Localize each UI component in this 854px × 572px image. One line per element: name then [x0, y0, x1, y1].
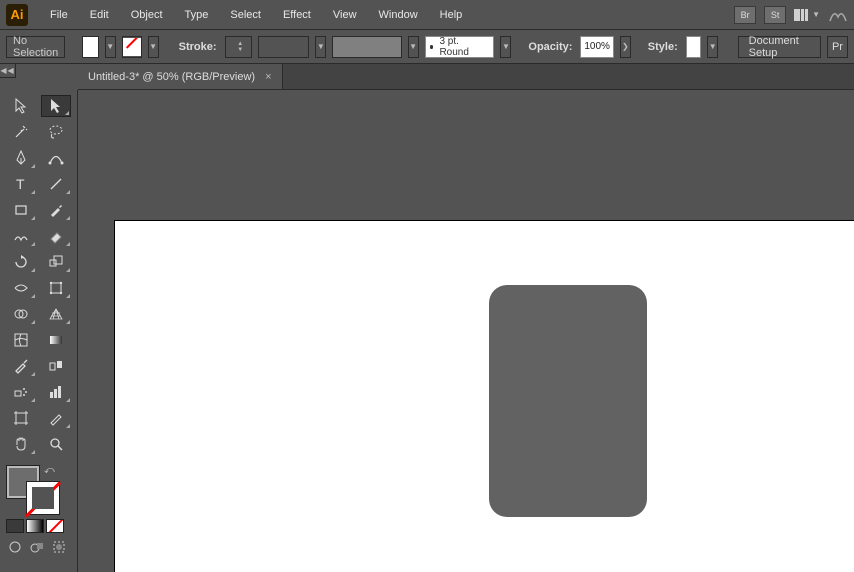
- gradient-tool[interactable]: [42, 329, 72, 351]
- control-bar: No Selection ▼ ▼ Stroke: ▲▼ ▼ ▼ 3 pt. Ro…: [0, 30, 854, 64]
- arrange-icon: [794, 9, 810, 21]
- brush-definition-preview[interactable]: [332, 36, 401, 58]
- draw-behind-icon[interactable]: [28, 539, 46, 555]
- close-tab-icon[interactable]: ×: [265, 71, 271, 83]
- bridge-button[interactable]: Br: [734, 6, 756, 24]
- tools-panel: T ⤺: [0, 90, 78, 572]
- arrange-documents-button[interactable]: ▼: [794, 9, 820, 21]
- rotate-tool[interactable]: [6, 251, 36, 273]
- rectangle-tool[interactable]: [6, 199, 36, 221]
- menu-edit[interactable]: Edit: [80, 5, 119, 25]
- menu-bar: Ai File Edit Object Type Select Effect V…: [0, 0, 854, 30]
- stroke-weight-stepper[interactable]: ▲▼: [225, 36, 252, 58]
- chevron-down-icon: ▼: [812, 10, 820, 19]
- slice-tool[interactable]: [42, 407, 72, 429]
- draw-normal-icon[interactable]: [6, 539, 24, 555]
- hand-tool[interactable]: [6, 433, 36, 455]
- canvas-area[interactable]: [78, 90, 854, 572]
- mesh-tool[interactable]: [6, 329, 36, 351]
- menu-select[interactable]: Select: [220, 5, 271, 25]
- document-setup-button[interactable]: Document Setup: [738, 36, 821, 58]
- fill-swatch[interactable]: [82, 36, 99, 58]
- opacity-label: Opacity:: [526, 41, 574, 53]
- menu-object[interactable]: Object: [121, 5, 173, 25]
- fill-dropdown[interactable]: ▼: [105, 36, 116, 58]
- stroke-color-box[interactable]: [26, 481, 60, 515]
- menu-effect[interactable]: Effect: [273, 5, 321, 25]
- direct-selection-tool[interactable]: [41, 95, 71, 117]
- brush-name-dropdown[interactable]: ▼: [500, 36, 511, 58]
- stroke-dropdown[interactable]: ▼: [148, 36, 159, 58]
- swap-fill-stroke-icon[interactable]: ⤺: [44, 465, 55, 476]
- column-graph-tool[interactable]: [42, 381, 72, 403]
- shape-builder-tool[interactable]: [6, 303, 36, 325]
- opacity-field[interactable]: 100%: [580, 36, 613, 58]
- line-segment-tool[interactable]: [42, 173, 72, 195]
- variable-width-profile[interactable]: [258, 36, 309, 58]
- color-mode-none[interactable]: [46, 519, 64, 533]
- rounded-rectangle-shape[interactable]: [489, 285, 647, 517]
- document-tab-title: Untitled-3* @ 50% (RGB/Preview): [88, 71, 255, 83]
- brush-dropdown[interactable]: ▼: [408, 36, 419, 58]
- artboard[interactable]: [114, 220, 854, 572]
- brush-name-text: 3 pt. Round: [439, 36, 489, 58]
- stroke-swatch[interactable]: [122, 36, 142, 58]
- menu-help[interactable]: Help: [430, 5, 473, 25]
- brush-name-field[interactable]: 3 pt. Round: [425, 36, 495, 58]
- curvature-tool[interactable]: [42, 147, 72, 169]
- scale-tool[interactable]: [42, 251, 72, 273]
- color-mode-solid[interactable]: [6, 519, 24, 533]
- menu-type[interactable]: Type: [175, 5, 219, 25]
- panel-collapse-toggle[interactable]: ◀◀: [0, 64, 16, 78]
- draw-inside-icon[interactable]: [50, 539, 68, 555]
- stock-button[interactable]: St: [764, 6, 786, 24]
- document-tab-bar: Untitled-3* @ 50% (RGB/Preview) ×: [78, 64, 854, 90]
- menu-view[interactable]: View: [323, 5, 367, 25]
- selection-indicator: No Selection: [6, 36, 65, 58]
- color-mode-row: [6, 519, 71, 533]
- opacity-dropdown[interactable]: ❯: [620, 36, 631, 58]
- document-tab[interactable]: Untitled-3* @ 50% (RGB/Preview) ×: [78, 64, 283, 89]
- svg-text:T: T: [16, 177, 25, 191]
- app-logo: Ai: [6, 4, 28, 26]
- perspective-grid-tool[interactable]: [42, 303, 72, 325]
- width-tool[interactable]: [6, 277, 36, 299]
- color-mode-gradient[interactable]: [26, 519, 44, 533]
- graphic-style-dropdown[interactable]: ▼: [707, 36, 718, 58]
- graphic-style-swatch[interactable]: [686, 36, 701, 58]
- draw-modes-row: [6, 539, 71, 555]
- zoom-tool[interactable]: [42, 433, 72, 455]
- blend-tool[interactable]: [42, 355, 72, 377]
- stroke-label: Stroke:: [177, 41, 219, 53]
- selection-tool[interactable]: [6, 95, 35, 117]
- shaper-tool[interactable]: [6, 225, 36, 247]
- symbol-sprayer-tool[interactable]: [6, 381, 36, 403]
- artboard-tool[interactable]: [6, 407, 36, 429]
- free-transform-tool[interactable]: [42, 277, 72, 299]
- gpu-performance-icon[interactable]: [828, 7, 848, 23]
- menu-file[interactable]: File: [40, 5, 78, 25]
- eyedropper-tool[interactable]: [6, 355, 36, 377]
- eraser-tool[interactable]: [42, 225, 72, 247]
- type-tool[interactable]: T: [6, 173, 36, 195]
- lasso-tool[interactable]: [42, 121, 72, 143]
- style-label: Style:: [646, 41, 680, 53]
- preferences-button[interactable]: Pr: [827, 36, 848, 58]
- variable-width-dropdown[interactable]: ▼: [315, 36, 326, 58]
- paintbrush-tool[interactable]: [42, 199, 72, 221]
- menu-window[interactable]: Window: [369, 5, 428, 25]
- magic-wand-tool[interactable]: [6, 121, 36, 143]
- fill-stroke-indicator[interactable]: ⤺: [6, 465, 60, 515]
- pen-tool[interactable]: [6, 147, 36, 169]
